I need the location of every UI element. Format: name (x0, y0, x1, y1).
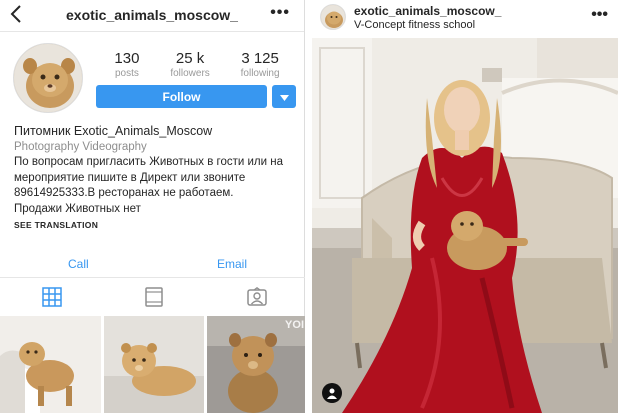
user-tag-icon[interactable] (322, 383, 342, 403)
bio-line: мероприятие пишите в Директ или звоните (14, 171, 246, 184)
more-options-icon[interactable]: ••• (591, 6, 608, 24)
post-avatar[interactable] (320, 4, 346, 30)
follow-button[interactable]: Follow (96, 85, 267, 108)
following-count[interactable]: 3 125 following (241, 50, 280, 79)
stat-number: 130 (114, 50, 140, 67)
watermark-text: YOI (285, 319, 304, 331)
followers-count[interactable]: 25 k followers (170, 50, 209, 79)
email-button[interactable]: Email (217, 257, 247, 271)
post-photo[interactable] (312, 38, 618, 413)
see-translation-link[interactable]: SEE TRANSLATION (14, 220, 98, 230)
list-view-icon[interactable] (145, 287, 167, 309)
posts-count[interactable]: 130 posts (114, 50, 139, 79)
profile-stats: 130 posts 25 k followers 3 125 following (99, 50, 295, 79)
post-header: exotic_animals_moscow_ V-Concept fitness… (310, 0, 620, 38)
contact-actions: Call Email (0, 248, 305, 278)
stat-number: 25 k (175, 50, 205, 67)
post-location[interactable]: V-Concept fitness school (354, 19, 475, 31)
dropdown-chevron-icon (279, 88, 289, 106)
post-thumbnail[interactable]: YOI (207, 316, 305, 413)
profile-display-name: Питомник Exotic_Animals_Moscow (14, 124, 213, 138)
profile-tabs (0, 283, 305, 313)
profile-topbar: exotic_animals_moscow_ ••• (0, 0, 304, 32)
grid-view-icon[interactable] (42, 287, 64, 309)
bio-line: По вопросам пригласить Животных в гости … (14, 156, 283, 168)
tagged-icon[interactable] (247, 286, 269, 309)
bio-line: 89614925333.В ресторанах не работаем. (14, 187, 234, 199)
post-thumbnail[interactable] (0, 316, 101, 413)
avatar[interactable] (13, 43, 83, 113)
call-button[interactable]: Call (68, 257, 89, 271)
stat-label: following (240, 68, 280, 79)
stat-label: followers (170, 68, 210, 79)
post-thumbnail[interactable] (104, 316, 204, 413)
post-username[interactable]: exotic_animals_moscow_ (354, 4, 501, 18)
profile-username: exotic_animals_moscow_ (66, 7, 238, 23)
stat-number: 3 125 (241, 50, 279, 67)
profile-bio: Питомник Exotic_Animals_Moscow Photograp… (14, 124, 304, 217)
profile-screen: exotic_animals_moscow_ ••• 130 posts 25 … (0, 0, 305, 413)
stat-label: posts (114, 68, 139, 79)
follow-dropdown-button[interactable] (272, 85, 296, 108)
bio-line: Продажи Животных нет (14, 202, 141, 215)
more-options-icon[interactable]: ••• (270, 4, 290, 22)
posts-grid: YOI (0, 316, 305, 413)
post-view: exotic_animals_moscow_ V-Concept fitness… (310, 0, 620, 413)
profile-category: Photography Videography (14, 140, 147, 153)
